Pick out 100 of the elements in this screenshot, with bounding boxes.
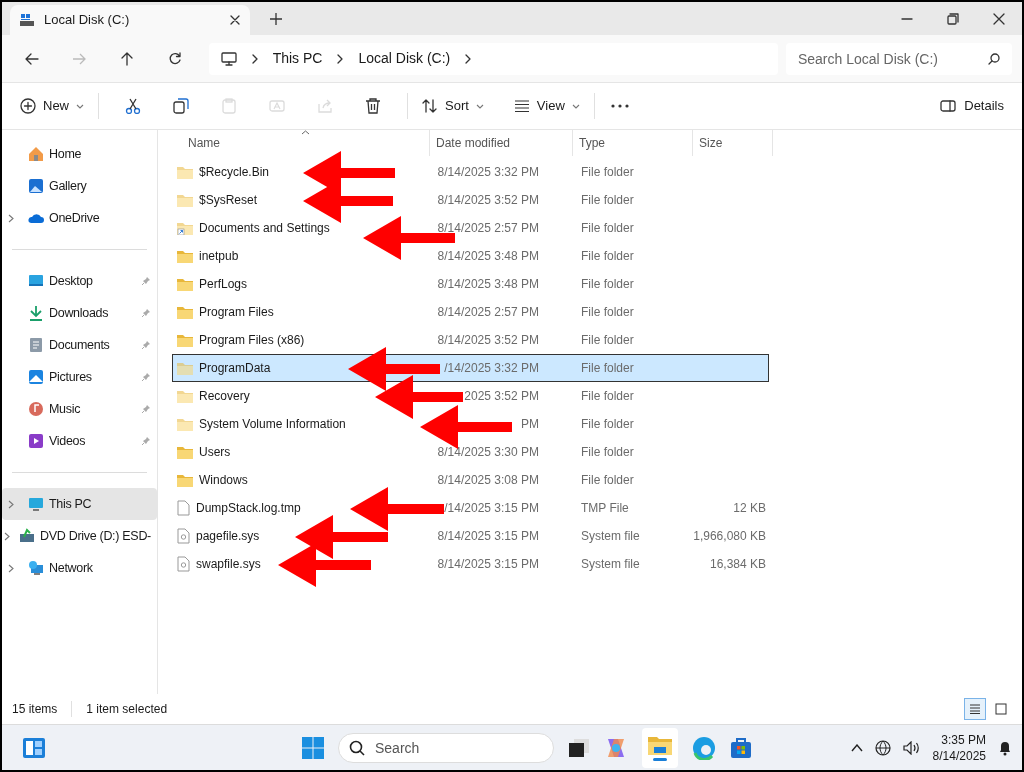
view-button[interactable]: View (509, 90, 584, 122)
file-type: File folder (581, 221, 634, 235)
address-bar[interactable]: This PC Local Disk (C:) (208, 42, 778, 75)
speaker-icon[interactable] (902, 740, 921, 755)
file-row[interactable]: Users 8/14/2025 3:30 PM File folder (172, 438, 769, 466)
pictures-icon (28, 369, 44, 385)
more-icon[interactable] (610, 104, 629, 108)
file-row[interactable]: PerfLogs 8/14/2025 3:48 PM File folder (172, 270, 769, 298)
chevron-icon[interactable] (8, 499, 14, 509)
home-icon (28, 146, 44, 162)
search-icon (988, 52, 1000, 65)
store-icon[interactable] (730, 736, 752, 759)
drive-icon (20, 14, 34, 26)
window-tab[interactable]: Local Disk (C:) (10, 5, 250, 35)
details-view-button[interactable] (964, 698, 986, 720)
sidebar-item[interactable]: Gallery (2, 170, 157, 202)
file-row[interactable]: $Recycle.Bin 8/14/2025 3:32 PM File folder (172, 158, 769, 186)
date-modified: 8/14/2025 2:57 PM (437, 220, 539, 237)
back-icon[interactable] (24, 51, 39, 66)
close-icon[interactable] (993, 12, 1005, 25)
date-modified: 8/14/2025 3:08 PM (437, 472, 539, 489)
file-row[interactable]: System Volume Information PM File folder (172, 410, 769, 438)
column-header[interactable]: Type (573, 130, 693, 156)
file-row[interactable]: pagefile.sys 8/14/2025 3:15 PM System file 1,966,080 KB (172, 522, 769, 550)
file-row[interactable]: Documents and Settings 8/14/2025 2:57 PM File folder (172, 214, 769, 242)
file-explorer-taskbar-button[interactable] (642, 727, 678, 768)
edge-icon[interactable] (692, 735, 716, 760)
globe-icon[interactable] (874, 739, 891, 756)
sidebar-item[interactable]: Home (2, 138, 157, 170)
file-type: File folder (581, 193, 634, 207)
sort-button[interactable]: Sort (418, 90, 488, 122)
breadcrumb-item[interactable]: Local Disk (C:) (358, 48, 451, 69)
file-icon (177, 500, 190, 516)
file-row[interactable]: inetpub 8/14/2025 3:48 PM File folder (172, 242, 769, 270)
clock[interactable]: 3:35 PM 8/14/2025 (932, 731, 986, 764)
bell-icon[interactable] (998, 739, 1012, 756)
new-tab-icon[interactable] (270, 13, 282, 25)
date-modified: /14/2025 3:32 PM (444, 360, 539, 377)
file-type: File folder (581, 445, 634, 459)
file-row[interactable]: Recovery 2025 3:52 PM File folder (172, 382, 769, 410)
date-modified: 8/14/2025 3:32 PM (437, 164, 539, 181)
search-field[interactable]: Search Local Disk (C:) (785, 42, 1012, 75)
column-header[interactable]: Size (693, 130, 773, 156)
chevron-icon[interactable] (8, 213, 14, 223)
widgets-icon[interactable] (22, 736, 46, 759)
downloads-icon (28, 305, 44, 321)
monitor-icon (220, 51, 237, 66)
file-row[interactable]: ProgramData /14/2025 3:32 PM File folder (172, 354, 769, 382)
sidebar-item[interactable]: Music (2, 393, 157, 425)
up-icon[interactable] (120, 51, 135, 66)
sidebar-item[interactable]: This PC (2, 488, 157, 520)
copy-icon[interactable] (173, 98, 189, 114)
chevron-icon[interactable] (8, 563, 14, 573)
date-modified: 8/14/2025 3:52 PM (437, 332, 539, 349)
sidebar-item[interactable]: DVD Drive (D:) ESD- (2, 520, 157, 552)
file-row[interactable]: swapfile.sys 8/14/2025 3:15 PM System file 16,384 KB (172, 550, 769, 578)
folder-icon (648, 734, 672, 755)
file-row[interactable]: $SysReset 8/14/2025 3:52 PM File folder (172, 186, 769, 214)
date-modified: 8/14/2025 3:15 PM (437, 556, 539, 573)
sidebar-item[interactable]: Network (2, 552, 157, 584)
desktop-icon (28, 273, 44, 289)
sort-caret-icon[interactable] (301, 130, 310, 135)
sidebar-item[interactable]: OneDrive (2, 202, 157, 234)
task-view-icon[interactable] (568, 737, 590, 758)
sidebar-item[interactable]: Videos (2, 425, 157, 457)
chevron-icon[interactable] (3, 531, 10, 541)
file-type: System file (581, 529, 640, 543)
date-modified: 8/14/2025 3:30 PM (437, 444, 539, 461)
trash-icon[interactable] (365, 98, 381, 114)
sidebar-item[interactable]: Documents (2, 329, 157, 361)
column-header[interactable]: Date modified (430, 130, 573, 156)
file-row[interactable]: DumpStack.log.tmp /14/2025 3:15 PM TMP File 12 KB (172, 494, 769, 522)
file-type: File folder (581, 165, 634, 179)
sidebar-item[interactable]: Pictures (2, 361, 157, 393)
network-icon (28, 560, 44, 576)
sidebar-item[interactable]: Downloads (2, 297, 157, 329)
file-row[interactable]: Program Files 8/14/2025 2:57 PM File folder (172, 298, 769, 326)
chevron-up-icon[interactable] (850, 743, 863, 752)
file-type: File folder (581, 361, 634, 375)
breadcrumb-item[interactable]: This PC (272, 48, 323, 69)
details-button[interactable]: Details (936, 90, 1008, 122)
windows-start-icon[interactable] (302, 736, 324, 759)
taskbar-search-field[interactable]: Search (338, 732, 554, 763)
chevron-icon (336, 53, 345, 64)
new-button[interactable]: New (16, 90, 88, 122)
file-name: $Recycle.Bin (199, 164, 270, 181)
file-name: DumpStack.log.tmp (196, 500, 301, 517)
sidebar-item[interactable]: Desktop (2, 265, 157, 297)
scissors-icon[interactable] (125, 98, 141, 114)
file-size: 16,384 KB (709, 556, 766, 573)
close-icon[interactable] (230, 15, 240, 25)
date-modified: 8/14/2025 3:48 PM (437, 276, 539, 293)
file-name: Users (199, 444, 231, 461)
maximize-icon[interactable] (947, 12, 959, 25)
file-row[interactable]: Windows 8/14/2025 3:08 PM File folder (172, 466, 769, 494)
file-type: File folder (581, 305, 634, 319)
file-row[interactable]: Program Files (x86) 8/14/2025 3:52 PM File folder (172, 326, 769, 354)
file-type: TMP File (581, 501, 629, 515)
file-name: PerfLogs (199, 276, 248, 293)
refresh-icon[interactable] (167, 51, 182, 66)
